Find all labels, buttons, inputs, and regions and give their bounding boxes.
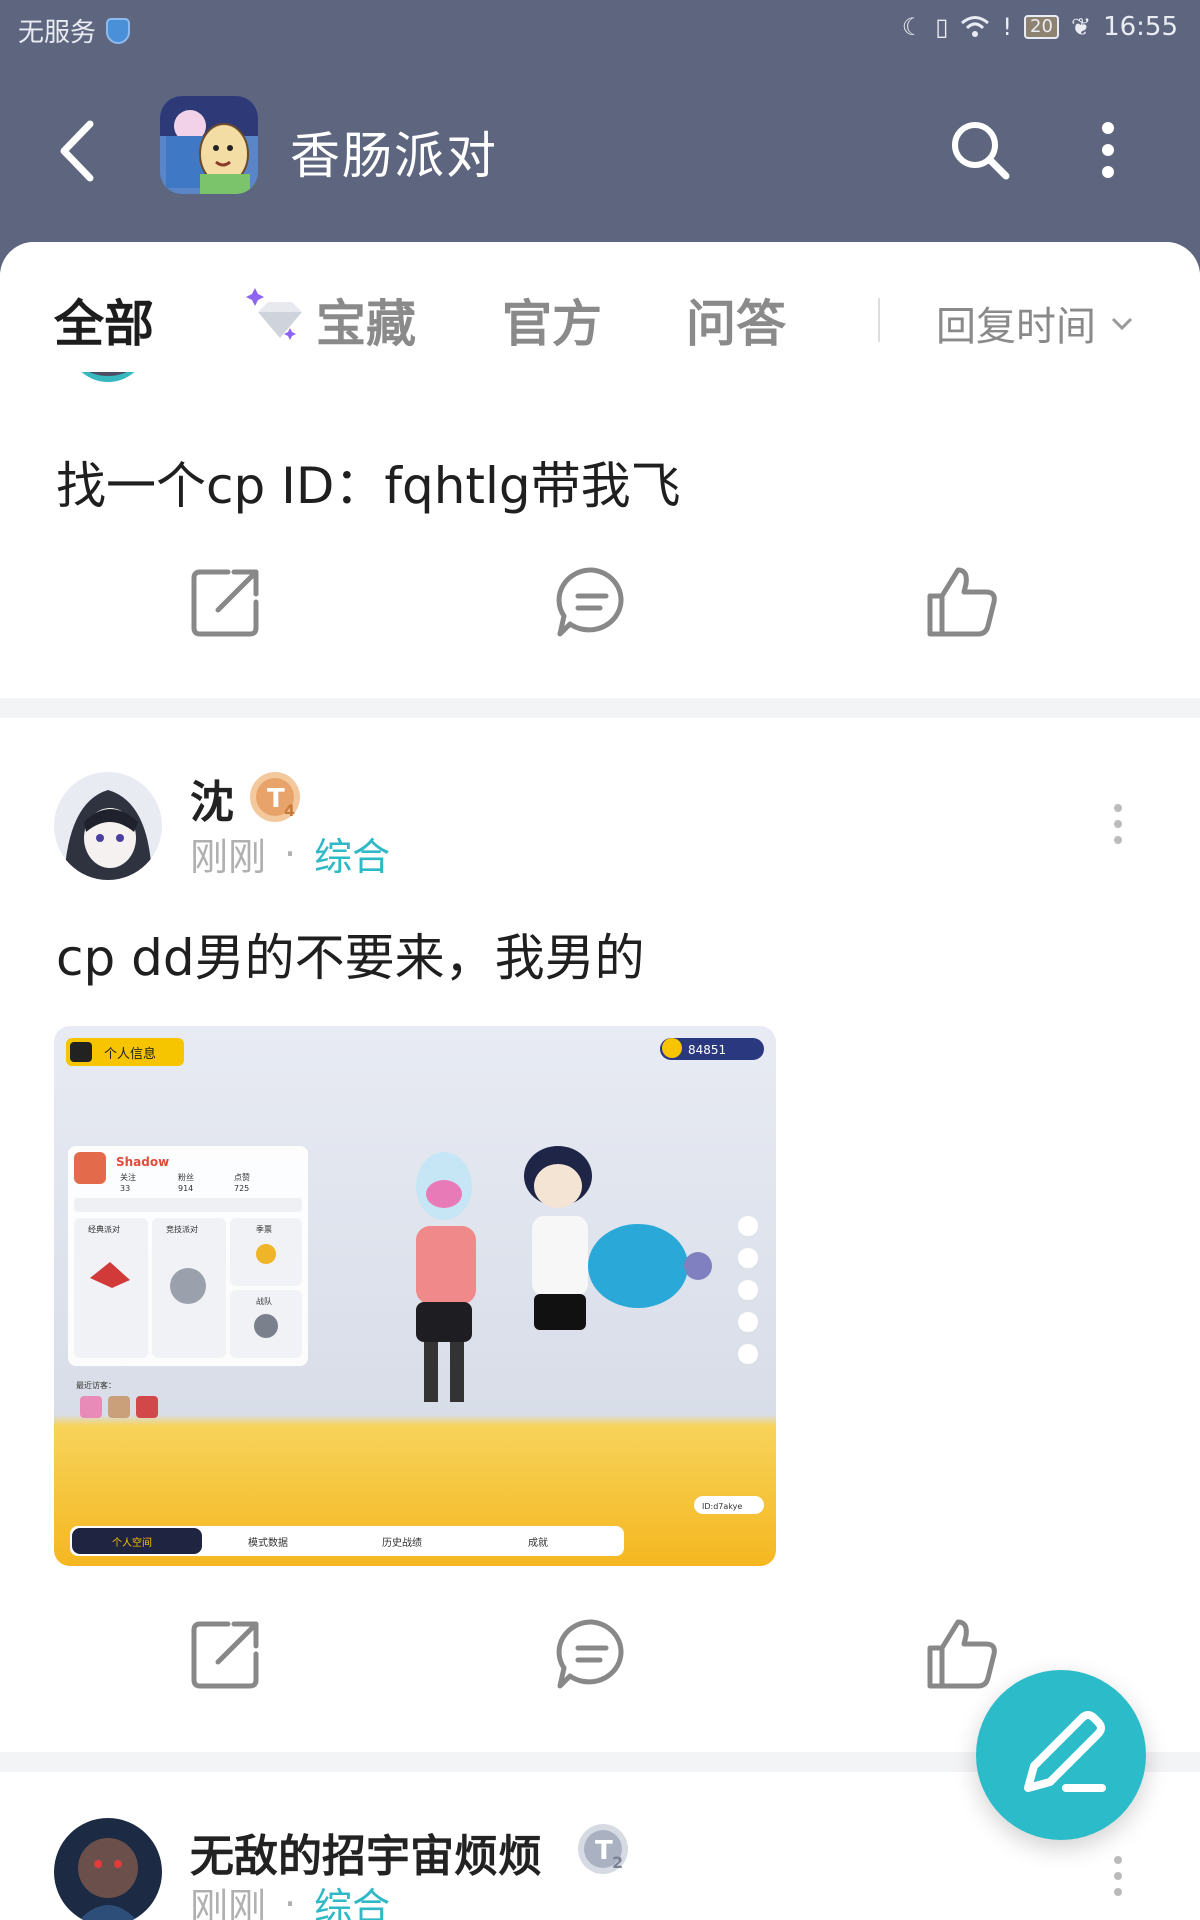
app-header: 香肠派对: [0, 56, 1200, 246]
meta-dot: ·: [284, 831, 297, 876]
pen-icon: [1024, 1711, 1106, 1792]
diamond-icon: [246, 288, 302, 340]
screenshot-tab: 历史战绩: [382, 1536, 422, 1549]
player-id: ID:d7akye: [702, 1502, 742, 1511]
category-link[interactable]: 综合: [314, 826, 390, 881]
share-icon[interactable]: [188, 1616, 264, 1692]
tab-qa[interactable]: 问答: [686, 284, 786, 356]
leaf-icon: ❦: [1070, 13, 1092, 41]
wifi-icon: [960, 12, 990, 42]
screenshot-tab: 模式数据: [248, 1536, 288, 1549]
mode-label: 季票: [256, 1224, 272, 1234]
player-name: Shadow: [116, 1155, 169, 1169]
tab-treasure[interactable]: 宝藏: [316, 284, 416, 356]
visitors-label: 最近访客：: [76, 1380, 116, 1390]
app-icon: [160, 96, 258, 194]
post-more-icon[interactable]: [1108, 802, 1128, 852]
level-badge-icon: T 2: [578, 1824, 628, 1874]
post-image[interactable]: 个人信息 84851 Shadow 关注 粉丝 点赞 33 914 725 经典…: [54, 1026, 776, 1566]
tab-all[interactable]: 全部: [54, 284, 154, 356]
sort-dropdown[interactable]: 回复时间: [936, 294, 1134, 352]
more-menu-icon[interactable]: [1088, 118, 1128, 182]
security-shield-icon: [106, 17, 131, 44]
share-icon[interactable]: [188, 564, 264, 640]
post-meta: 刚刚 · 综合: [190, 1876, 390, 1920]
screenshot-tab: 个人空间: [112, 1536, 152, 1549]
avatar: [68, 372, 148, 382]
vibrate-icon: ▯: [935, 13, 949, 41]
mode-label: 经典派对: [88, 1224, 120, 1234]
stat-label: 粉丝: [178, 1172, 194, 1182]
post-text[interactable]: cp dd男的不要来，我男的: [56, 918, 645, 990]
svg-text:2: 2: [612, 1853, 623, 1872]
tab-bar: 全部 宝藏 官方 问答 回复时间: [0, 242, 1200, 372]
svg-text:T: T: [267, 784, 285, 814]
post-meta: 刚刚 · 综合: [190, 826, 390, 881]
tab-divider: [878, 298, 880, 342]
page-title: 香肠派对: [290, 127, 498, 185]
svg-text:T: T: [595, 1836, 613, 1866]
alert-icon: !: [1002, 13, 1013, 41]
meta-dot: ·: [284, 1881, 297, 1920]
post-more-icon[interactable]: [1108, 1854, 1128, 1904]
post-time: 刚刚: [190, 835, 267, 879]
mode-label: 竞技派对: [166, 1224, 198, 1234]
username[interactable]: 沈: [190, 766, 234, 830]
moon-icon: ☾: [901, 13, 924, 41]
status-bar: 无服务 ☾ ▯ ! 20 ❦ 16:55: [0, 0, 1200, 56]
stat-value: 725: [234, 1184, 249, 1193]
avatar[interactable]: [54, 772, 162, 880]
stat-value: 33: [120, 1184, 130, 1193]
battery-level: 20: [1024, 15, 1059, 39]
stat-label: 关注: [120, 1172, 136, 1182]
content-panel: 全部 宝藏 官方 问答 回复时间 找一个cp ID：fqhtlg带我飞 沈 T …: [0, 242, 1200, 1920]
username[interactable]: 无敌的招宇宙烦烦: [190, 1820, 542, 1884]
clock: 16:55: [1103, 12, 1178, 42]
back-arrow-icon[interactable]: [52, 116, 102, 186]
sort-label: 回复时间: [936, 304, 1096, 350]
comment-icon[interactable]: [554, 564, 630, 640]
stat-value: 914: [178, 1184, 193, 1193]
post-actions: [0, 564, 1200, 654]
post-separator: [0, 698, 1200, 718]
partial-post-header: [0, 372, 1200, 386]
screenshot-tab: 成就: [528, 1536, 548, 1549]
stat-label: 点赞: [234, 1172, 250, 1182]
screenshot-title: 个人信息: [104, 1046, 156, 1062]
post-time: 刚刚: [190, 1885, 267, 1920]
like-icon[interactable]: [924, 564, 1000, 640]
chevron-down-icon: [1111, 317, 1133, 331]
carrier-text: 无服务: [18, 18, 97, 48]
mode-label: 战队: [256, 1296, 272, 1306]
svg-text:4: 4: [284, 801, 295, 820]
currency-value: 84851: [688, 1043, 726, 1057]
tab-official[interactable]: 官方: [502, 284, 602, 356]
comment-icon[interactable]: [554, 1616, 630, 1692]
level-badge-icon: T 4: [250, 772, 300, 822]
compose-post-button[interactable]: [976, 1670, 1146, 1840]
post-text[interactable]: 找一个cp ID：fqhtlg带我飞: [56, 446, 681, 518]
avatar[interactable]: [54, 1818, 162, 1920]
search-icon[interactable]: [948, 118, 1012, 182]
category-link[interactable]: 综合: [314, 1876, 390, 1920]
